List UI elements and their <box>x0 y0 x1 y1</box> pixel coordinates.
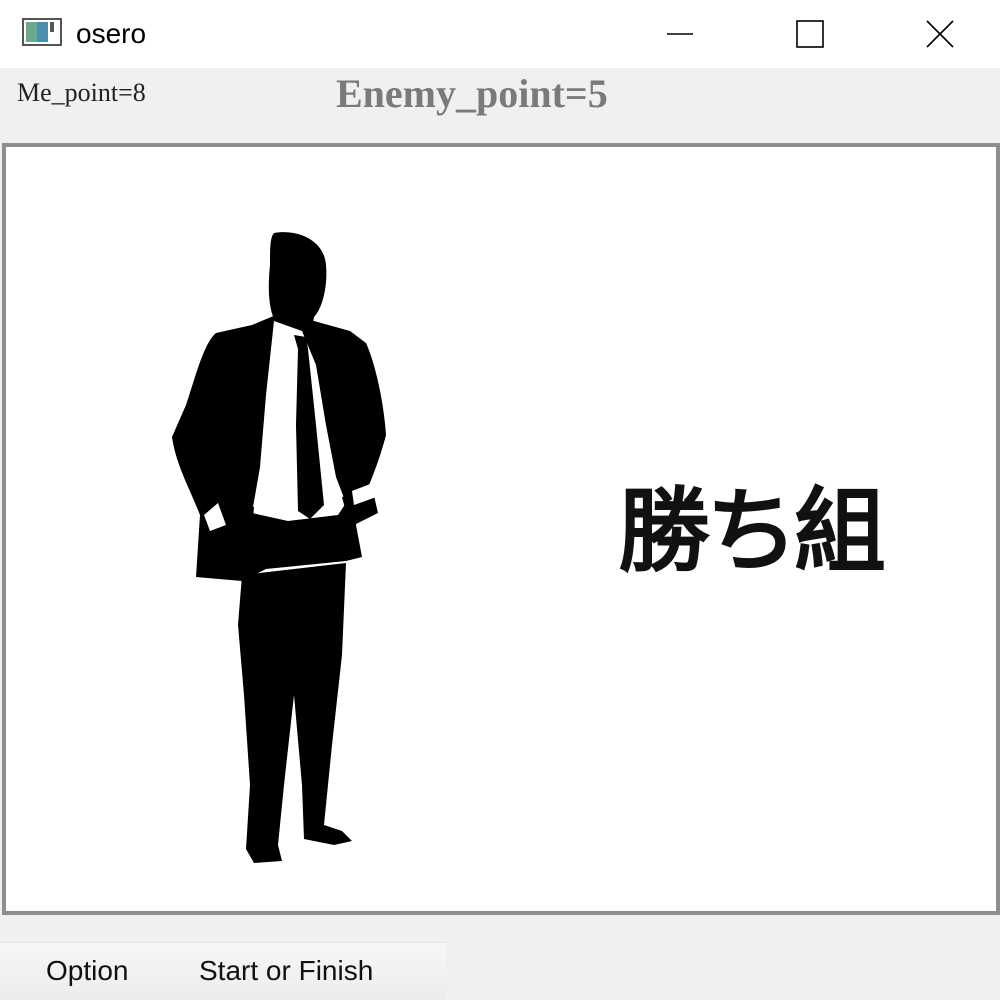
title-bar[interactable]: osero <box>0 0 1000 68</box>
menu-bar: Option Start or Finish <box>0 942 446 1000</box>
result-text: 勝ち組 <box>618 477 886 585</box>
app-window: osero Me_point=8 Enemy_point=5 勝ち組 Optio… <box>0 0 1000 1000</box>
menu-start-or-finish[interactable]: Start or Finish <box>199 955 373 987</box>
close-icon <box>926 20 954 48</box>
board-panel[interactable]: 勝ち組 <box>2 143 1000 915</box>
app-icon <box>22 18 62 46</box>
window-title: osero <box>76 18 147 49</box>
maximize-button[interactable] <box>750 0 870 68</box>
me-point-label: Me_point=8 <box>17 78 146 107</box>
businessman-silhouette <box>172 232 386 863</box>
minimize-button[interactable] <box>620 0 740 68</box>
close-button[interactable] <box>880 0 1000 68</box>
menu-option[interactable]: Option <box>46 955 129 987</box>
minimize-icon <box>667 33 693 35</box>
maximize-icon <box>796 20 824 48</box>
enemy-point-label: Enemy_point=5 <box>336 71 608 116</box>
